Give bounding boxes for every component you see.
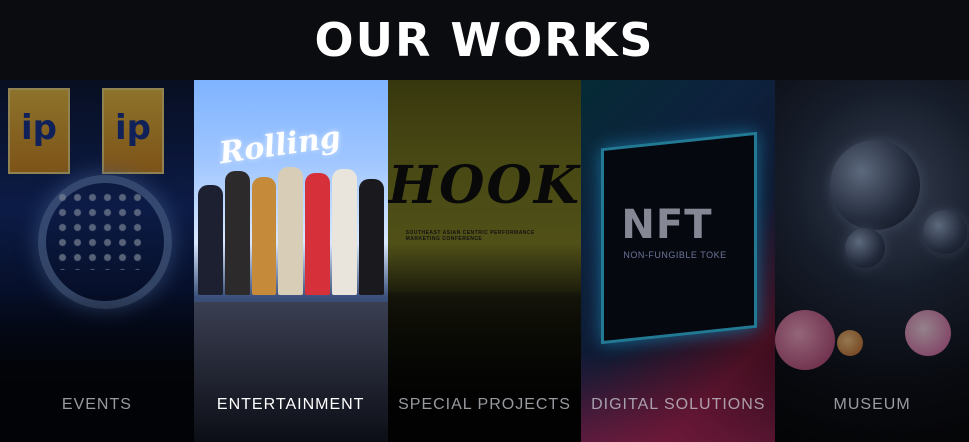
- panel-label-entertainment: ENTERTAINMENT: [216, 396, 365, 413]
- panel-museum[interactable]: MUSEUM: [775, 80, 969, 442]
- panel-shade: [775, 80, 969, 442]
- panel-events[interactable]: ip ip EVENTS: [0, 80, 194, 442]
- section-title: OUR WORKS: [314, 13, 655, 67]
- panel-label-events: EVENTS: [61, 396, 132, 413]
- panel-special-projects[interactable]: HOOK SOUTHEAST ASIAN CENTRIC PERFORMANCE…: [387, 80, 582, 442]
- panel-shade: [0, 80, 194, 442]
- panel-entertainment[interactable]: Rolling ENTERTAINMENT: [193, 80, 388, 442]
- panel-shade: [387, 80, 582, 442]
- panel-shade: [581, 80, 776, 442]
- panel-digital-solutions[interactable]: NFT NON-FUNGIBLE TOKE DIGITAL SOLUTIONS: [581, 80, 776, 442]
- works-gallery: ip ip EVENTS Rolling ENTERTAINMENT HOOK …: [0, 80, 969, 442]
- panel-label-digital-solutions: DIGITAL SOLUTIONS: [591, 396, 766, 413]
- panel-shade: [194, 80, 388, 442]
- panel-label-special-projects: SPECIAL PROJECTS: [398, 396, 571, 413]
- panel-label-museum: MUSEUM: [833, 396, 911, 413]
